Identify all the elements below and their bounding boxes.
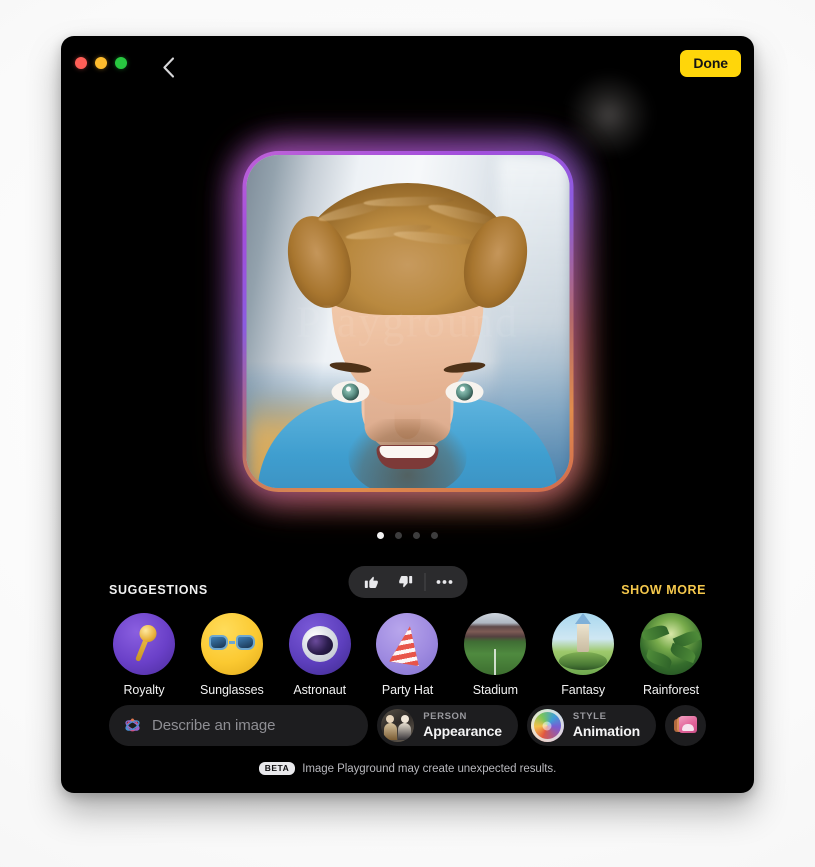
generated-image-card[interactable]: Playground	[242, 151, 573, 492]
back-button[interactable]	[151, 50, 185, 84]
person-chip-value: Appearance	[423, 723, 502, 740]
close-window-button[interactable]	[75, 57, 87, 69]
suggestion-label: Royalty	[123, 683, 165, 697]
pager-dot[interactable]	[377, 532, 384, 539]
suggestion-royalty[interactable]: Royalty	[109, 613, 179, 697]
suggestion-label: Stadium	[472, 683, 518, 697]
generated-image: Playground	[246, 155, 569, 488]
suggestion-label: Rainforest	[642, 683, 699, 697]
chevron-left-icon	[162, 56, 174, 78]
pager-dot[interactable]	[413, 532, 420, 539]
traffic-light-controls[interactable]	[75, 57, 127, 69]
pager-dot[interactable]	[395, 532, 402, 539]
suggestion-label: Fantasy	[561, 683, 606, 697]
suggestion-rainforest[interactable]: Rainforest	[636, 613, 706, 697]
beta-badge: BETA	[258, 762, 296, 775]
describe-image-input[interactable]: Describe an image	[109, 705, 369, 746]
suggestion-stadium[interactable]: Stadium	[460, 613, 530, 697]
style-chip-kicker: STYLE	[572, 711, 607, 723]
scepter-icon	[113, 613, 175, 675]
suggestions-list: Royalty Sunglasses Astronaut Party Hat S…	[109, 613, 706, 697]
person-chip-kicker: PERSON	[423, 711, 467, 723]
party-hat-icon	[376, 613, 439, 675]
window-titlebar: Done	[61, 36, 754, 94]
style-color-wheel-icon	[530, 709, 564, 742]
playground-sparkle-icon	[125, 718, 140, 732]
suggestion-label: Party Hat	[381, 683, 434, 697]
suggestion-label: Sunglasses	[200, 683, 264, 697]
suggestion-label: Astronaut	[293, 683, 346, 697]
suggestion-fantasy[interactable]: Fantasy	[548, 613, 618, 697]
done-button[interactable]: Done	[680, 50, 741, 77]
beta-footer: BETA Image Playground may create unexpec…	[61, 762, 754, 775]
composer-bar: Describe an image PERSON Appearance STYL…	[109, 705, 706, 746]
suggestion-sunglasses[interactable]: Sunglasses	[197, 613, 267, 697]
choose-photo-button[interactable]	[665, 705, 706, 746]
style-chip-value: Animation	[572, 723, 640, 740]
image-playground-window: Done SUGGESTIONS SHOW MORE Royalty Sungl…	[61, 36, 754, 793]
subject-eye-left	[445, 381, 484, 403]
person-photo-icon	[381, 709, 415, 742]
generated-image-area: Playground	[61, 142, 754, 522]
castle-icon	[552, 613, 615, 675]
beta-disclaimer-text: Image Playground may create unexpected r…	[302, 762, 557, 775]
astronaut-helmet-icon	[288, 613, 351, 675]
subject-eye-right	[331, 381, 370, 403]
describe-image-placeholder: Describe an image	[152, 717, 276, 734]
suggestion-party-hat[interactable]: Party Hat	[372, 613, 442, 697]
pager-dot[interactable]	[431, 532, 438, 539]
subject-mouth	[376, 445, 439, 469]
person-appearance-chip[interactable]: PERSON Appearance	[377, 705, 518, 746]
minimize-window-button[interactable]	[95, 57, 107, 69]
style-chip[interactable]: STYLE Animation	[526, 705, 656, 746]
image-pager[interactable]	[61, 532, 754, 539]
maximize-window-button[interactable]	[115, 57, 127, 69]
suggestions-header: SUGGESTIONS SHOW MORE	[109, 583, 706, 597]
suggestion-astronaut[interactable]: Astronaut	[285, 613, 355, 697]
rainforest-icon	[639, 613, 702, 675]
suggestions-title: SUGGESTIONS	[109, 583, 208, 597]
show-more-button[interactable]: SHOW MORE	[621, 583, 706, 597]
sunglasses-icon	[200, 613, 263, 675]
photos-library-icon	[674, 716, 697, 735]
stadium-icon	[464, 613, 527, 675]
